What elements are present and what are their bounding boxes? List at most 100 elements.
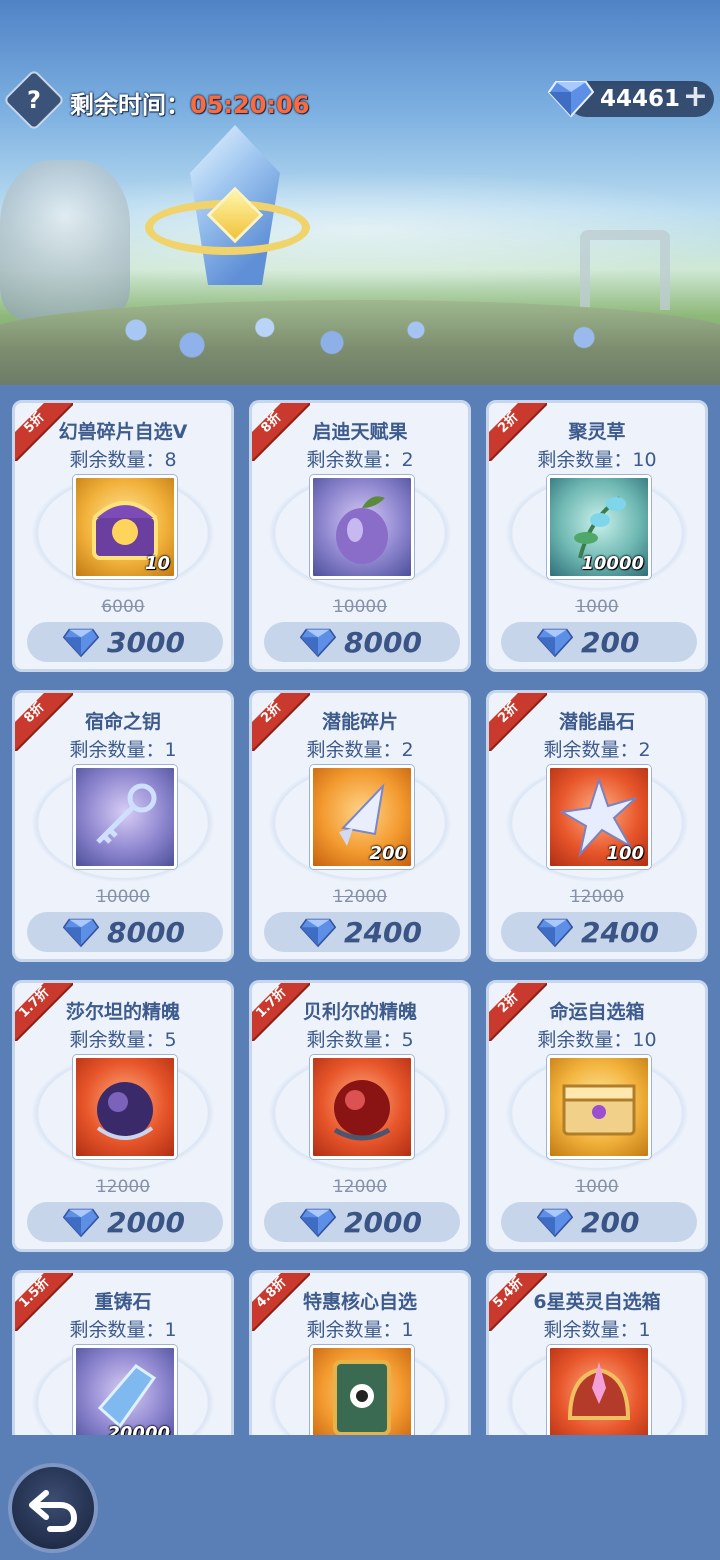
item-name: 特惠核心自选 [302, 1291, 417, 1313]
item-name: 重铸石 [94, 1291, 152, 1313]
shop-grid: 5折 幻兽碎片自选V 剩余数量：8 10 6000 3000 8折 启迪天赋果 剩余数量：2 10… [0, 385, 720, 1435]
question-mark-icon: ? [27, 86, 41, 114]
help-button[interactable]: ? [2, 68, 66, 132]
buy-button[interactable]: 2400 [501, 912, 697, 952]
chest-icon[interactable] [547, 1055, 651, 1159]
original-price: 12000 [332, 887, 388, 907]
shop-item-card[interactable]: 1.7折 莎尔坦的精魄 剩余数量：5 12000 2000 [12, 980, 234, 1252]
item-name: 命运自选箱 [549, 1001, 645, 1023]
helmet-icon[interactable] [547, 1345, 651, 1435]
original-price: 12000 [95, 1177, 151, 1197]
buy-button[interactable]: 2400 [264, 912, 460, 952]
diamond-icon [536, 1206, 574, 1238]
item-stock: 剩余数量：1 [69, 739, 177, 761]
star-crystal-icon[interactable]: 100 [547, 765, 651, 869]
item-stock: 剩余数量：2 [306, 449, 414, 471]
diamond-icon [299, 626, 337, 658]
item-name: 6星英灵自选箱 [533, 1291, 661, 1313]
shop-item-card[interactable]: 2折 潜能碎片 剩余数量：2 200 12000 2400 [249, 690, 471, 962]
shop-item-card[interactable]: 2折 聚灵草 剩余数量：10 10000 1000 200 [486, 400, 708, 672]
buy-button[interactable]: 200 [501, 622, 697, 662]
item-name: 聚灵草 [568, 421, 626, 443]
buy-button[interactable]: 8000 [264, 622, 460, 662]
diamond-icon [536, 916, 574, 948]
sale-price: 2400 [344, 916, 422, 949]
buy-button[interactable]: 8000 [27, 912, 223, 952]
item-stock: 剩余数量：1 [69, 1319, 177, 1341]
original-price: 1000 [575, 1177, 619, 1197]
item-stock: 剩余数量：8 [69, 449, 177, 471]
item-name: 幻兽碎片自选V [58, 421, 188, 443]
shop-item-card[interactable]: 8折 宿命之钥 剩余数量：1 10000 8000 [12, 690, 234, 962]
key-icon[interactable] [73, 765, 177, 869]
shop-item-card[interactable]: 1.5折 重铸石 剩余数量：1 20000 [12, 1270, 234, 1435]
original-price: 10000 [95, 887, 151, 907]
buy-button[interactable]: 2000 [264, 1202, 460, 1242]
shop-banner: ? 剩余时间：05:20:06 44461 + [0, 0, 720, 385]
timer-value: 05:20:06 [190, 91, 310, 119]
sale-price: 3000 [107, 626, 185, 659]
diamond-icon [299, 916, 337, 948]
diamond-balance: 44461 + [547, 78, 714, 120]
red-orb-icon[interactable] [310, 1055, 414, 1159]
add-currency-button[interactable]: + [683, 79, 708, 114]
sale-price: 2000 [344, 1206, 422, 1239]
shop-item-card[interactable]: 5.4折 6星英灵自选箱 剩余数量：1 [486, 1270, 708, 1435]
treasure-chest-icon[interactable]: 10 [73, 475, 177, 579]
crystal-stone-icon[interactable]: 20000 [73, 1345, 177, 1435]
item-name: 潜能碎片 [321, 711, 398, 733]
diamond-icon [62, 1206, 100, 1238]
sale-price: 2000 [107, 1206, 185, 1239]
item-name: 潜能晶石 [558, 711, 635, 733]
diamond-icon [299, 1206, 337, 1238]
balance-value: 44461 [600, 86, 681, 112]
item-stock: 剩余数量：10 [537, 1029, 657, 1051]
shop-item-card[interactable]: 1.7折 贝利尔的精魄 剩余数量：5 12000 2000 [249, 980, 471, 1252]
item-name: 莎尔坦的精魄 [65, 1001, 180, 1023]
back-arrow-icon [29, 1490, 78, 1532]
purple-orb-icon[interactable] [73, 1055, 177, 1159]
sale-price: 200 [581, 626, 640, 659]
item-stock: 剩余数量：5 [69, 1029, 177, 1051]
original-price: 12000 [332, 1177, 388, 1197]
item-stock: 剩余数量：1 [306, 1319, 414, 1341]
shop-item-card[interactable]: 5折 幻兽碎片自选V 剩余数量：8 10 6000 3000 [12, 400, 234, 672]
shop-item-card[interactable]: 2折 命运自选箱 剩余数量：10 1000 200 [486, 980, 708, 1252]
card-icon[interactable] [310, 1345, 414, 1435]
item-stock: 剩余数量：10 [537, 449, 657, 471]
back-button[interactable] [8, 1463, 98, 1553]
item-name: 宿命之钥 [84, 711, 161, 733]
sale-price: 8000 [344, 626, 422, 659]
fruit-icon[interactable] [310, 475, 414, 579]
item-stock: 剩余数量：2 [306, 739, 414, 761]
shard-icon[interactable]: 200 [310, 765, 414, 869]
item-quantity: 200 [369, 843, 407, 864]
banner-gems [80, 310, 640, 360]
item-quantity: 20000 [107, 1423, 170, 1435]
original-price: 6000 [101, 597, 145, 617]
buy-button[interactable]: 3000 [27, 622, 223, 662]
buy-button[interactable]: 2000 [27, 1202, 223, 1242]
original-price: 1000 [575, 597, 619, 617]
diamond-icon [62, 916, 100, 948]
sale-price: 2400 [581, 916, 659, 949]
original-price: 10000 [332, 597, 388, 617]
diamond-icon [536, 626, 574, 658]
diamond-icon [62, 626, 100, 658]
timer-label: 剩余时间： [70, 91, 190, 119]
bottom-bar [0, 1435, 720, 1560]
item-quantity: 10000 [581, 553, 644, 574]
sale-price: 200 [581, 1206, 640, 1239]
item-name: 启迪天赋果 [312, 421, 408, 443]
herb-icon[interactable]: 10000 [547, 475, 651, 579]
time-remaining: 剩余时间：05:20:06 [70, 85, 309, 120]
banner-arch [580, 230, 670, 310]
banner-statue [0, 160, 130, 320]
buy-button[interactable]: 200 [501, 1202, 697, 1242]
shop-item-card[interactable]: 8折 启迪天赋果 剩余数量：2 10000 8000 [249, 400, 471, 672]
diamond-icon [547, 78, 595, 118]
shop-item-card[interactable]: 2折 潜能晶石 剩余数量：2 100 12000 2400 [486, 690, 708, 962]
item-name: 贝利尔的精魄 [302, 1001, 417, 1023]
shop-item-card[interactable]: 4.8折 特惠核心自选 剩余数量：1 [249, 1270, 471, 1435]
original-price: 12000 [569, 887, 625, 907]
